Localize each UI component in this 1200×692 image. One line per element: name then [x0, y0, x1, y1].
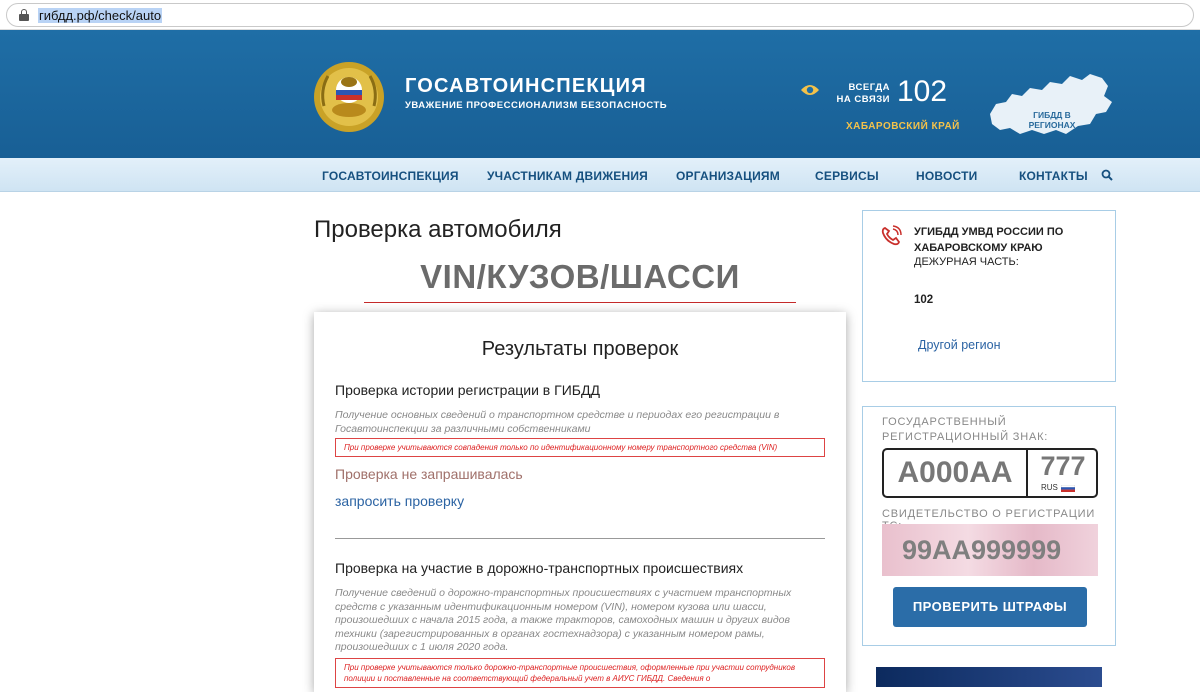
- nav-item-contacts[interactable]: КОНТАКТЫ: [1019, 169, 1088, 183]
- plate-label: ГОСУДАРСТВЕННЫЙ РЕГИСТРАЦИОННЫЙ ЗНАК:: [882, 416, 1049, 443]
- search-icon[interactable]: [1101, 169, 1113, 181]
- sidebar-banner[interactable]: [876, 667, 1102, 687]
- russia-flag-icon: [1061, 485, 1075, 492]
- section-title-registration: Проверка истории регистрации в ГИБДД: [335, 382, 600, 398]
- other-region-link[interactable]: Другой регион: [918, 338, 1001, 352]
- registration-certificate-input[interactable]: 99АА999999: [882, 524, 1098, 576]
- nav-item-services[interactable]: СЕРВИСЫ: [815, 169, 879, 183]
- url-field[interactable]: гибдд.рф/check/auto: [6, 3, 1194, 27]
- lock-icon: [19, 9, 29, 21]
- phone-icon: [881, 225, 902, 246]
- nav-item-participants[interactable]: УЧАСТНИКАМ ДВИЖЕНИЯ: [487, 169, 648, 183]
- section-note-registration: При проверке учитываются совпадения толь…: [335, 438, 825, 457]
- registration-number[interactable]: 99АА999999: [902, 535, 1061, 566]
- hotline-label-line2: НА СВЯЗИ: [836, 94, 890, 105]
- duty-label: ДЕЖУРНАЯ ЧАСТЬ:: [914, 256, 1019, 268]
- plate-region[interactable]: 777: [1034, 451, 1092, 482]
- emblem-icon[interactable]: [312, 60, 386, 134]
- page-title: Проверка автомобиля: [314, 216, 562, 243]
- map-label[interactable]: ГИБДД В РЕГИОНАХ: [1012, 110, 1092, 130]
- browser-address-bar: гибдд.рф/check/auto: [0, 0, 1200, 30]
- results-title: Результаты проверок: [481, 338, 679, 360]
- nav-item-gosavtoinspekciya[interactable]: ГОСАВТОИНСПЕКЦИЯ: [322, 169, 459, 183]
- main-nav: ГОСАВТОИНСПЕКЦИЯ УЧАСТНИКАМ ДВИЖЕНИЯ ОРГ…: [0, 158, 1200, 192]
- section-description-registration: Получение основных сведений о транспортн…: [335, 409, 780, 435]
- check-status: Проверка не запрашивалась: [335, 466, 523, 482]
- section-note-accidents: При проверке учитываются только дорожно-…: [335, 658, 825, 688]
- vin-underline: [364, 302, 796, 303]
- eye-icon: [801, 85, 819, 95]
- brand-subtitle: УВАЖЕНИЕ ПРОФЕССИОНАЛИЗМ БЕЗОПАСНОСТЬ: [405, 100, 668, 111]
- results-panel: Результаты проверок Проверка истории рег…: [314, 312, 846, 692]
- section-description-accidents: Получение сведений о дорожно-транспортны…: [335, 587, 792, 653]
- section-title-accidents: Проверка на участие в дорожно-транспортн…: [335, 560, 744, 576]
- contact-organization: УГИБДД УМВД РОССИИ ПО ХАБАРОВСКОМУ КРАЮ: [914, 226, 1064, 254]
- vin-heading: VIN/КУЗОВ/ШАССИ: [420, 258, 740, 295]
- plate-number[interactable]: А000АА: [884, 450, 1028, 496]
- section-divider: [335, 538, 825, 539]
- license-plate-input[interactable]: А000АА 777 RUS: [882, 448, 1098, 498]
- nav-item-news[interactable]: НОВОСТИ: [916, 169, 977, 183]
- nav-item-organizations[interactable]: ОРГАНИЗАЦИЯМ: [676, 169, 780, 183]
- request-check-link[interactable]: запросить проверку: [335, 493, 464, 509]
- site-header: ГОСАВТОИНСПЕКЦИЯ УВАЖЕНИЕ ПРОФЕССИОНАЛИЗ…: [0, 30, 1200, 158]
- duty-phone: 102: [914, 294, 934, 306]
- region-name[interactable]: ХАБАРОВСКИЙ КРАЙ: [846, 121, 960, 132]
- check-fines-button[interactable]: ПРОВЕРИТЬ ШТРАФЫ: [893, 587, 1087, 627]
- hotline-number: 102: [897, 75, 948, 108]
- plate-country: RUS: [1041, 483, 1058, 492]
- hotline-label-line1: ВСЕГДА: [848, 82, 890, 93]
- russia-map-icon[interactable]: [986, 68, 1116, 142]
- hotline-label: ВСЕГДА НА СВЯЗИ: [835, 82, 890, 106]
- url-text[interactable]: гибдд.рф/check/auto: [38, 8, 163, 23]
- fines-check-box: ГОСУДАРСТВЕННЫЙ РЕГИСТРАЦИОННЫЙ ЗНАК: А0…: [862, 406, 1116, 646]
- contact-box: УГИБДД УМВД РОССИИ ПО ХАБАРОВСКОМУ КРАЮ …: [862, 210, 1116, 382]
- brand-title[interactable]: ГОСАВТОИНСПЕКЦИЯ: [405, 75, 647, 98]
